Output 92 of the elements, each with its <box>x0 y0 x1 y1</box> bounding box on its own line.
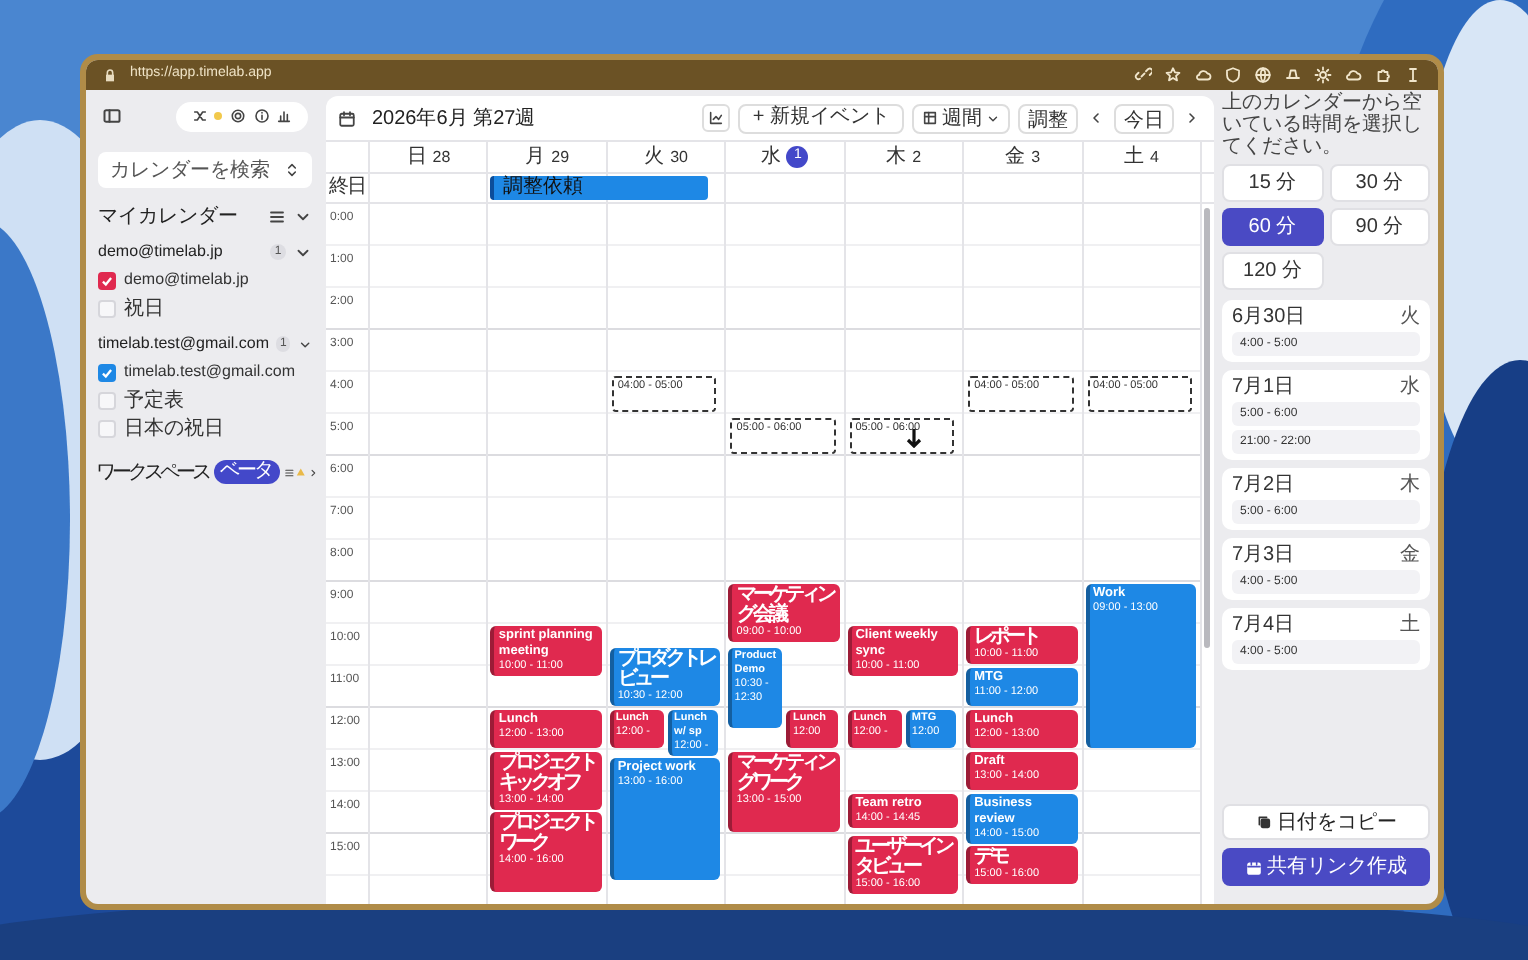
shield-icon[interactable] <box>1224 66 1242 84</box>
status-dot-icon <box>214 112 223 120</box>
account-email: demo@timelab.jp <box>98 240 225 264</box>
event-title: ユーザーインタビュー <box>855 838 955 878</box>
event-title: デモ <box>974 848 1010 868</box>
grid-icon <box>922 110 938 126</box>
checkbox[interactable] <box>98 299 116 317</box>
duration-button[interactable]: 90 分 <box>1329 208 1430 246</box>
lock-icon <box>102 67 118 83</box>
chart-icon[interactable] <box>276 108 293 124</box>
weekday-label: 金 <box>1400 544 1420 566</box>
checkbox[interactable] <box>98 363 116 381</box>
date-label: 3 <box>1031 145 1041 169</box>
calendar-name: timelab.test@gmail.com <box>124 360 295 384</box>
checkbox[interactable] <box>98 391 116 409</box>
weekday-label: 火 <box>1400 306 1420 328</box>
text-cursor-icon[interactable] <box>1404 66 1422 84</box>
link-icon[interactable] <box>1134 66 1152 84</box>
date-label: 28 <box>432 145 451 169</box>
warning-icon <box>295 464 306 480</box>
beta-badge: ベータ <box>214 460 279 484</box>
duration-button[interactable]: 120 分 <box>1222 252 1323 290</box>
today-button[interactable]: 今日 <box>1114 103 1174 133</box>
chevron-left-icon <box>1088 110 1104 126</box>
duration-button[interactable]: 60 分 <box>1222 208 1323 246</box>
event-title: マーケティング会議 <box>736 586 836 626</box>
section-title: ワークスペース <box>96 459 208 487</box>
section-title: マイカレンダー <box>98 203 240 231</box>
date-label: 30 <box>670 145 688 169</box>
week-title: 2026年6月 第27週 <box>372 105 536 133</box>
star-icon[interactable] <box>1164 66 1182 84</box>
duration-button[interactable]: 15 分 <box>1222 164 1323 202</box>
cloud-icon[interactable] <box>1194 66 1212 84</box>
date-label: 6月30日 <box>1232 306 1306 328</box>
event-title: プロダクトレビュー <box>617 649 717 689</box>
weekday-label: 金 <box>1005 144 1026 172</box>
sort-icon[interactable] <box>284 162 300 178</box>
chart-icon <box>708 110 725 126</box>
event-title: プロジェクトワーク <box>498 814 597 854</box>
copy-dates-button[interactable]: 日付をコピー <box>1222 804 1430 840</box>
account-email: timelab.test@gmail.com <box>98 332 269 356</box>
copy-icon <box>1255 814 1271 830</box>
weekday-label: 土 <box>1400 614 1420 636</box>
calendar-name: demo@timelab.jp <box>124 268 249 292</box>
duration-button[interactable]: 30 分 <box>1329 164 1430 202</box>
search-field[interactable]: カレンダーを検索 <box>98 152 312 188</box>
puzzle-icon[interactable] <box>1374 66 1392 84</box>
date-label: 29 <box>551 145 570 169</box>
weekday-label: 火 <box>644 143 665 172</box>
weekday-label: 水 <box>760 143 781 172</box>
settings-icon[interactable] <box>229 108 246 124</box>
calendar-name: 祝日 <box>124 295 164 323</box>
cloud-icon[interactable] <box>1344 66 1362 84</box>
checkbox[interactable] <box>98 419 116 437</box>
gear-icon[interactable] <box>1314 66 1332 84</box>
weekday-label: 木 <box>886 143 907 172</box>
create-link-button[interactable]: 共有リンク作成 <box>1222 848 1430 886</box>
all-day-label: 終日 <box>329 178 365 198</box>
weekday-label: 水 <box>1400 376 1420 398</box>
event-title: マーケティングワーク <box>736 754 836 794</box>
chevron-right-icon <box>1184 110 1200 126</box>
calendar-name: 予定表 <box>124 387 184 415</box>
globe-icon[interactable] <box>1254 66 1272 84</box>
date-label: 7月3日 <box>1232 544 1295 566</box>
new-event-button[interactable]: + 新規イベント <box>738 103 904 133</box>
sidebar-toggle-icon[interactable] <box>102 106 122 126</box>
weekday-label: 日 <box>406 144 427 172</box>
instruction-text: 上のカレンダーから空いている時間を選択してください。 <box>1222 92 1424 158</box>
view-dropdown[interactable]: 週間 <box>912 103 1010 133</box>
calendar-icon <box>1245 859 1261 875</box>
adjust-button[interactable]: 調整 <box>1018 103 1078 133</box>
checkbox[interactable] <box>98 271 116 289</box>
date-label: 4 <box>1150 145 1159 169</box>
toggle-button[interactable] <box>702 104 731 132</box>
info-icon[interactable] <box>253 108 270 124</box>
shuffle-icon[interactable] <box>191 108 208 124</box>
calendar-name: 日本の祝日 <box>124 415 224 443</box>
date-label: 7月1日 <box>1232 376 1295 398</box>
list-icon[interactable] <box>268 207 286 225</box>
event-title: プロジェクトキックオフ <box>498 754 597 794</box>
hat-icon[interactable] <box>1284 66 1302 84</box>
calendar-icon <box>338 109 356 127</box>
date-label: 7月4日 <box>1232 614 1295 636</box>
chevron-icon <box>986 111 1000 125</box>
scrollbar[interactable] <box>1203 208 1210 648</box>
weekday-label: 土 <box>1124 143 1145 172</box>
all-day-event[interactable]: 調整依頼 <box>490 176 707 200</box>
date-label: 2 <box>912 145 922 169</box>
weekday-label: 月 <box>525 144 546 172</box>
event-title: レポート <box>974 628 1041 648</box>
weekday-label: 木 <box>1400 474 1420 496</box>
date-label: 7月2日 <box>1232 474 1295 496</box>
